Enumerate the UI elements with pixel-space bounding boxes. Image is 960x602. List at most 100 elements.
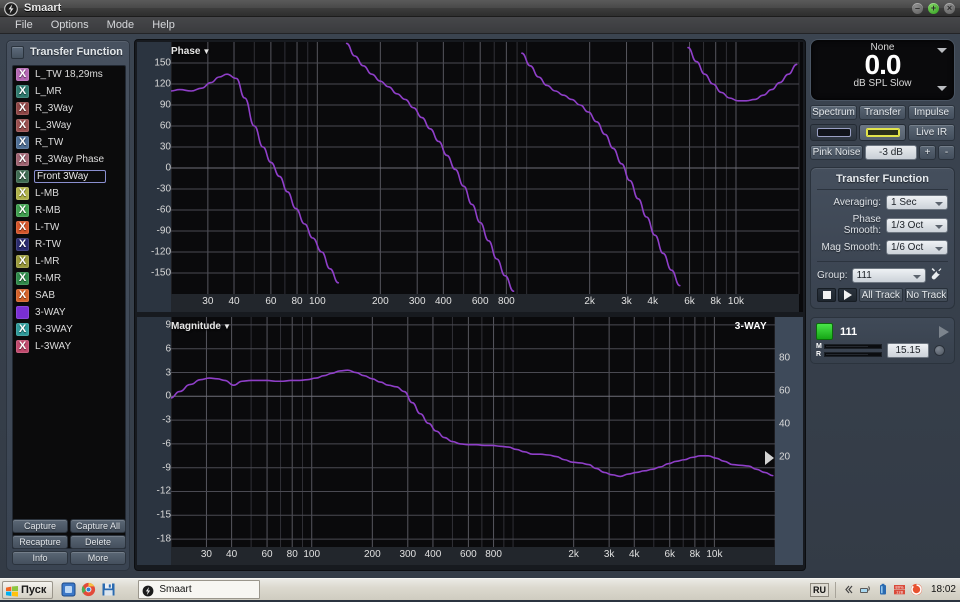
pink-noise-button[interactable]: Pink Noise — [810, 145, 863, 160]
trace-color-swatch[interactable]: X — [16, 204, 29, 217]
trace-list-item[interactable]: XR_TW — [13, 134, 125, 151]
trace-color-swatch[interactable]: X — [16, 119, 29, 132]
trace-list-item[interactable]: XL_TW 18,29ms — [13, 66, 125, 83]
rotary-knob-icon[interactable] — [934, 345, 945, 356]
delay-field[interactable]: 15.15 — [887, 343, 929, 358]
trace-color-swatch[interactable]: X — [16, 136, 29, 149]
generator-slot-2[interactable] — [859, 124, 906, 141]
info-button[interactable]: Info — [12, 551, 68, 565]
tab-impulse[interactable]: Impulse — [908, 105, 955, 120]
trace-list[interactable]: XL_TW 18,29msXL_MRXR_3WayXL_3WayXR_TWXR_… — [12, 65, 126, 549]
trace-list-item[interactable]: XL-MR — [13, 253, 125, 270]
mag-smooth-select[interactable]: 1/6 Oct — [886, 240, 948, 255]
spl-meter[interactable]: None 0.0 dB SPL Slow — [810, 39, 955, 101]
trace-list-item[interactable]: XL-3WAY — [13, 338, 125, 355]
trace-list-item[interactable]: XSAB — [13, 287, 125, 304]
trace-list-item[interactable]: XR_3Way Phase — [13, 151, 125, 168]
trace-color-swatch[interactable]: X — [16, 238, 29, 251]
windows-flag-icon — [6, 584, 18, 595]
menu-item-mode[interactable]: Mode — [98, 18, 144, 32]
trace-list-item[interactable]: XL-MB — [13, 185, 125, 202]
more-button[interactable]: More — [70, 551, 126, 565]
menu-item-options[interactable]: Options — [42, 18, 98, 32]
update-icon[interactable]: 80% 128 — [893, 583, 906, 596]
y-tick-label: 6 — [141, 343, 171, 354]
mode-tab-row: Spectrum Transfer Impulse — [810, 105, 955, 120]
language-indicator[interactable]: RU — [810, 583, 829, 597]
trace-color-swatch[interactable]: X — [16, 323, 29, 336]
averaging-select[interactable]: 1 Sec — [886, 195, 948, 210]
trace-color-swatch[interactable]: X — [16, 340, 29, 353]
trace-color-swatch[interactable] — [16, 306, 29, 319]
antivirus-icon[interactable] — [910, 583, 923, 596]
trace-list-item[interactable]: XR-MB — [13, 202, 125, 219]
live-ir-button[interactable]: Live IR — [908, 124, 955, 141]
trace-color-swatch[interactable]: X — [16, 272, 29, 285]
save-icon[interactable] — [101, 582, 116, 597]
quick-launch-bar — [61, 582, 116, 597]
trace-color-swatch[interactable]: X — [16, 68, 29, 81]
trace-list-item[interactable]: XR-3WAY — [13, 321, 125, 338]
phase-plot[interactable]: Phase▼ 1501209060300-30-60-90-120-150304… — [137, 42, 803, 312]
chevron-left-icon[interactable] — [842, 583, 855, 596]
trace-list-item[interactable]: XL_3Way — [13, 117, 125, 134]
show-desktop-icon[interactable] — [61, 582, 76, 597]
trace-color-swatch[interactable]: X — [16, 187, 29, 200]
delete-button[interactable]: Delete — [70, 535, 126, 549]
trace-list-item[interactable]: 3-WAY — [13, 304, 125, 321]
trace-list-item[interactable]: XR_3Way — [13, 100, 125, 117]
level-increase-button[interactable]: + — [919, 145, 936, 160]
chrome-icon[interactable] — [81, 582, 96, 597]
level-decrease-button[interactable]: - — [938, 145, 955, 160]
tab-spectrum[interactable]: Spectrum — [810, 105, 857, 120]
task-item-smaart[interactable]: Smaart — [138, 580, 260, 599]
phase-plot-label[interactable]: Phase▼ — [171, 46, 210, 57]
phase-smooth-select[interactable]: 1/3 Oct — [886, 218, 948, 233]
phase-smooth-row: Phase Smooth: 1/3 Oct — [817, 214, 948, 236]
window-title-bar: Smaart – + × — [0, 0, 960, 17]
sidebar-toggle-box[interactable] — [11, 46, 24, 59]
start-button[interactable]: Пуск — [2, 581, 53, 599]
maximize-button[interactable]: + — [928, 3, 939, 14]
trace-color-swatch[interactable]: X — [16, 221, 29, 234]
trace-color-swatch[interactable]: X — [16, 170, 29, 183]
trace-list-item[interactable]: XR-TW — [13, 236, 125, 253]
group-status-led[interactable] — [816, 323, 833, 340]
trace-color-swatch[interactable]: X — [16, 153, 29, 166]
recapture-button[interactable]: Recapture — [12, 535, 68, 549]
tab-transfer[interactable]: Transfer — [859, 105, 906, 120]
meter-source-chevron-icon[interactable] — [937, 48, 947, 53]
stop-button[interactable] — [817, 288, 836, 302]
magnitude-plot[interactable]: Magnitude▼ 3-WAY 9630-3-6-9-12-15-188060… — [137, 317, 803, 565]
signal-level-field[interactable]: -3 dB — [865, 145, 917, 160]
capture-button[interactable]: Capture — [12, 519, 68, 533]
trace-color-swatch[interactable]: X — [16, 255, 29, 268]
no-track-button[interactable]: No Track — [905, 288, 949, 302]
trace-list-item[interactable]: XL_MR — [13, 83, 125, 100]
battery-icon[interactable] — [876, 583, 889, 596]
play-button[interactable] — [838, 288, 857, 302]
minimize-button[interactable]: – — [912, 3, 923, 14]
network-icon[interactable] — [859, 583, 872, 596]
generator-slot-1[interactable] — [810, 124, 857, 141]
trace-color-swatch[interactable]: X — [16, 102, 29, 115]
transfer-function-title: Transfer Function — [817, 173, 948, 190]
magnitude-plot-title: Magnitude — [171, 321, 221, 332]
trace-list-item[interactable]: XR-MR — [13, 270, 125, 287]
taskbar: Пуск — [0, 578, 960, 600]
wrench-icon[interactable] — [930, 267, 944, 284]
trace-list-item[interactable]: XL-TW — [13, 219, 125, 236]
menu-item-help[interactable]: Help — [143, 18, 184, 32]
trace-color-swatch[interactable]: X — [16, 289, 29, 302]
group-select[interactable]: 111 — [852, 268, 926, 283]
trace-color-swatch[interactable]: X — [16, 85, 29, 98]
magnitude-plot-label[interactable]: Magnitude▼ — [171, 321, 231, 332]
meter-unit-chevron-icon[interactable] — [937, 86, 947, 91]
cursor-marker-icon[interactable] — [765, 451, 774, 465]
close-button[interactable]: × — [944, 3, 955, 14]
trace-list-item[interactable]: XFront 3Way — [13, 168, 125, 185]
menu-item-file[interactable]: File — [6, 18, 42, 32]
all-track-button[interactable]: All Track — [859, 288, 903, 302]
play-icon[interactable] — [939, 326, 949, 338]
capture-all-button[interactable]: Capture All — [70, 519, 126, 533]
